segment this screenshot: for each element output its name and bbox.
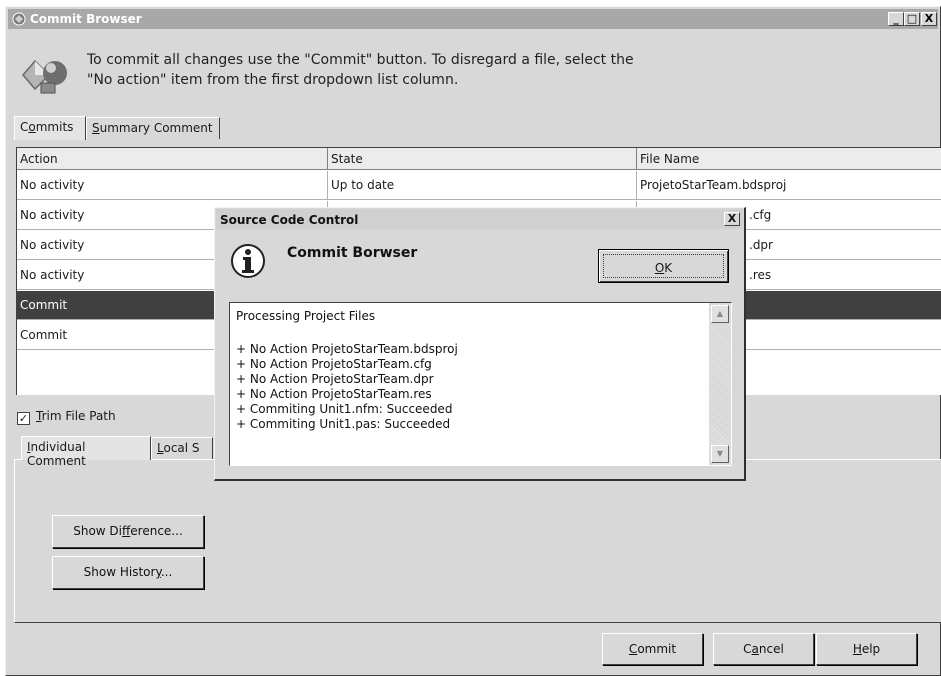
scroll-down-button[interactable]: ▼ bbox=[711, 445, 729, 463]
table-row[interactable]: No activity Up to date ProjetoStarTeam.b… bbox=[17, 171, 941, 200]
show-history-button[interactable]: Show History... bbox=[52, 556, 204, 589]
log-line: + Commiting Unit1.nfm: Succeeded bbox=[236, 402, 453, 416]
log-line: + Commiting Unit1.pas: Succeeded bbox=[236, 417, 451, 431]
header-line-1: To commit all changes use the "Commit" b… bbox=[87, 52, 634, 68]
header-instructions: To commit all changes use the "Commit" b… bbox=[87, 50, 787, 90]
source-code-control-dialog: Source Code Control X Commit Borwser OK … bbox=[214, 207, 746, 481]
column-header-state[interactable]: State bbox=[328, 148, 637, 170]
trim-file-path-checkbox[interactable]: ✓ Trim File Path bbox=[17, 409, 116, 425]
window-title: Commit Browser bbox=[30, 12, 142, 26]
column-header-action[interactable]: Action bbox=[17, 148, 328, 170]
commit-browser-icon bbox=[12, 12, 26, 26]
header-line-2: "No action" item from the first dropdown… bbox=[87, 72, 459, 88]
ok-button[interactable]: OK bbox=[598, 249, 729, 283]
info-icon bbox=[231, 244, 265, 278]
dialog-title: Source Code Control bbox=[220, 213, 359, 227]
comment-panel: Show Difference... Show History... bbox=[14, 459, 941, 623]
action-cell[interactable]: No activity bbox=[17, 171, 328, 200]
ok-label: OK bbox=[603, 254, 724, 278]
commit-button[interactable]: Commit bbox=[602, 633, 703, 665]
log-line: + No Action ProjetoStarTeam.res bbox=[236, 387, 432, 401]
title-bar[interactable]: Commit Browser _ □ X bbox=[8, 9, 938, 29]
commit-shapes-icon bbox=[22, 59, 67, 94]
help-button[interactable]: Help bbox=[816, 633, 917, 665]
dialog-title-bar[interactable]: Source Code Control X bbox=[216, 209, 743, 229]
log-line: + No Action ProjetoStarTeam.dpr bbox=[236, 372, 434, 386]
file-name-cell: ProjetoStarTeam.bdsproj bbox=[640, 178, 787, 192]
tab-commits[interactable]: Commits bbox=[14, 116, 86, 140]
log-text: Processing Project Files + No Action Pro… bbox=[236, 309, 706, 432]
dialog-close-button[interactable]: X bbox=[724, 212, 740, 226]
log-line: + No Action ProjetoStarTeam.bdsproj bbox=[236, 342, 458, 356]
processing-log[interactable]: Processing Project Files + No Action Pro… bbox=[229, 302, 732, 466]
show-difference-button[interactable]: Show Difference... bbox=[52, 515, 204, 548]
grid-header: Action State File Name bbox=[17, 148, 941, 170]
scroll-up-button[interactable]: ▲ bbox=[711, 305, 729, 323]
log-scrollbar[interactable]: ▲ ▼ bbox=[709, 303, 731, 465]
maximize-button[interactable]: □ bbox=[904, 12, 920, 26]
dialog-heading: Commit Borwser bbox=[287, 245, 418, 261]
column-header-file-name[interactable]: File Name bbox=[637, 148, 941, 170]
tab-local-settings[interactable]: Local S bbox=[151, 437, 213, 459]
tab-summary-comment[interactable]: Summary Comment bbox=[86, 117, 220, 139]
checkbox-box[interactable]: ✓ bbox=[17, 412, 30, 425]
state-cell: Up to date bbox=[328, 171, 637, 200]
minimize-button[interactable]: _ bbox=[888, 12, 904, 26]
close-button[interactable]: X bbox=[921, 12, 937, 26]
log-header: Processing Project Files bbox=[236, 309, 376, 323]
log-line: + No Action ProjetoStarTeam.cfg bbox=[236, 357, 432, 371]
tab-individual-comment[interactable]: Individual Comment bbox=[21, 436, 151, 468]
cancel-button[interactable]: Cancel bbox=[713, 633, 814, 665]
